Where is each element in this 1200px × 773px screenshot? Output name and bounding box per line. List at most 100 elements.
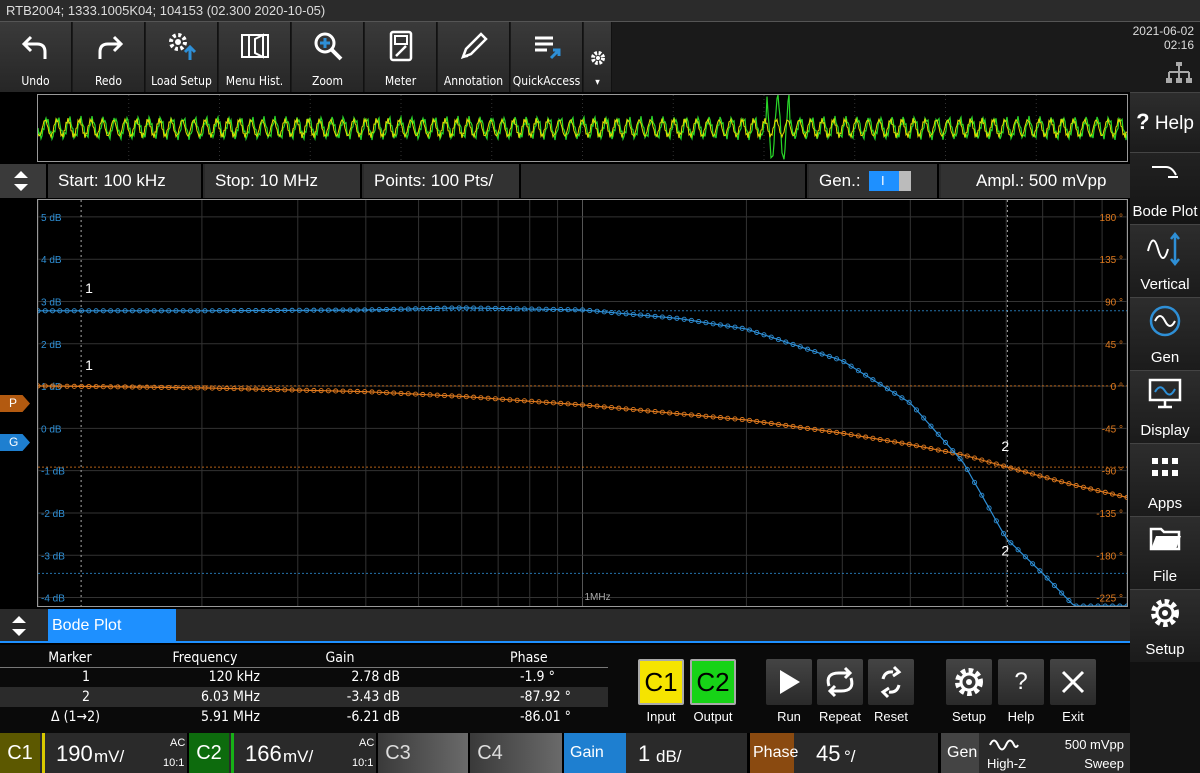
amplitude-field[interactable]: Ampl.: 500 mVpp: [941, 164, 1130, 198]
cell-phase: -86.01 °: [520, 709, 571, 725]
display-button[interactable]: Display: [1130, 370, 1200, 443]
marker-1-gain-label: 1: [85, 280, 93, 296]
stop-frequency-field[interactable]: Stop: 10 MHz: [205, 164, 362, 198]
reset-label: Reset: [874, 709, 908, 724]
meter-icon: [389, 30, 412, 62]
channel-c4-label: C4: [477, 742, 503, 764]
exit-button[interactable]: [1050, 659, 1096, 705]
channel-c1-coupling: AC: [170, 737, 186, 749]
cell-frequency: 120 kHz: [208, 669, 260, 686]
gain-ref-marker[interactable]: G: [0, 434, 30, 451]
channel-c3-label: C3: [385, 742, 411, 764]
info-spacer: [523, 164, 807, 198]
reset-button[interactable]: [868, 659, 914, 705]
points-field[interactable]: Points: 100 Pts/: [364, 164, 521, 198]
phase-tick-label: 45 °: [1105, 340, 1123, 351]
bode-help-button[interactable]: ?: [998, 659, 1044, 705]
window-title: RTB2004; 1333.1005K04; 104153 (02.300 20…: [6, 3, 326, 18]
tab-bode-plot[interactable]: Bode Plot: [48, 609, 176, 643]
bode-plot-area[interactable]: 5 dB 180 ° 4 dB 135 ° 3 dB 90 ° 2 dB 45 ° 1 dB 0 …: [35, 199, 1130, 609]
generator-toggle[interactable]: I: [869, 171, 911, 191]
channel-phase-unit: °/: [844, 747, 856, 766]
channel-phase[interactable]: Phase 45 °/: [750, 733, 938, 773]
sine-wave-icon: [989, 739, 1019, 751]
header-phase: Phase: [410, 649, 608, 668]
channel-gen-sweep: Sweep: [1084, 756, 1124, 771]
folder-icon: [1149, 527, 1181, 551]
generator-toggle-field[interactable]: Gen.: I: [809, 164, 939, 198]
quick-access-button[interactable]: QuickAccess: [511, 22, 583, 92]
gain-tick-label: -2 dB: [41, 509, 65, 520]
annotation-label: Annotation: [443, 74, 504, 88]
toolbar-settings-button[interactable]: ▾: [584, 22, 612, 92]
start-frequency-value: Start: 100 kHz: [58, 171, 166, 190]
exit-label: Exit: [1062, 709, 1084, 724]
channel-c2[interactable]: C2 166 mV/ AC 10:1: [189, 733, 376, 773]
annotation-button[interactable]: Annotation: [438, 22, 510, 92]
output-channel-button[interactable]: C2: [690, 659, 736, 705]
bode-plot-button[interactable]: Bode Plot: [1130, 152, 1200, 224]
start-frequency-field[interactable]: Start: 100 kHz: [48, 164, 203, 198]
meter-button[interactable]: Meter: [365, 22, 437, 92]
help-button[interactable]: ? Help: [1130, 92, 1200, 152]
apps-button[interactable]: Apps: [1130, 443, 1200, 516]
setup-label: Setup: [1145, 641, 1185, 658]
redo-label: Redo: [94, 74, 123, 88]
channel-gain-scale: 1: [638, 741, 651, 766]
clock-date: 2021-06-02: [1132, 24, 1194, 38]
overview-waveform-trace: [37, 94, 1128, 161]
panel-scroll-button[interactable]: [10, 613, 28, 644]
output-channel-label: C2: [696, 667, 730, 697]
channel-gain[interactable]: Gain 1 dB/: [564, 733, 747, 773]
quick-access-label: QuickAccess: [512, 74, 581, 88]
table-row[interactable]: Δ (1→2) 5.91 MHz -6.21 dB -86.01 °: [0, 707, 608, 727]
input-channel-button[interactable]: C1: [638, 659, 684, 705]
file-button[interactable]: File: [1130, 516, 1200, 589]
generator-icon: [1149, 305, 1181, 337]
gain-tick-label: -1 dB: [41, 467, 65, 478]
menu-history-button[interactable]: Menu Hist.: [219, 22, 291, 92]
phase-ref-label: P: [9, 396, 18, 410]
marker-table: Marker Frequency Gain Phase 1 120 kHz 2.…: [0, 649, 608, 727]
channel-phase-label: Phase: [750, 733, 798, 773]
channel-gen-mode: High-Z: [987, 756, 1027, 771]
channel-gen[interactable]: Gen High-Z 500 mVpp Sweep: [941, 733, 1130, 773]
gen-button[interactable]: Gen: [1130, 297, 1200, 370]
phase-tick-label: -135 °: [1096, 509, 1123, 520]
header-gain: Gain: [270, 649, 410, 668]
setup-button[interactable]: Setup: [1130, 589, 1200, 662]
channel-gen-ampl: 500 mVpp: [1064, 737, 1124, 752]
cell-frequency: 5.91 MHz: [201, 709, 260, 725]
load-setup-button[interactable]: Load Setup: [146, 22, 218, 92]
zoom-button[interactable]: Zoom: [292, 22, 364, 92]
repeat-icon: [826, 666, 854, 698]
chevron-down-icon: ▾: [595, 77, 600, 88]
phase-ref-marker[interactable]: P: [0, 395, 30, 412]
gain-ref-label: G: [9, 435, 19, 449]
undo-button[interactable]: Undo: [0, 22, 72, 92]
channel-c1[interactable]: C1 190 mV/ AC 10:1: [0, 733, 187, 773]
menu-history-icon: [240, 33, 269, 59]
table-row[interactable]: 2 6.03 MHz -3.43 dB -87.92 °: [0, 687, 608, 707]
bode-setup-label: Setup: [952, 709, 986, 724]
gain-tick-label: 3 dB: [41, 298, 62, 309]
display-label: Display: [1140, 422, 1190, 439]
redo-button[interactable]: Redo: [73, 22, 145, 92]
amplitude-value: Ampl.: 500 mVpp: [976, 171, 1107, 190]
gain-tick-label: 5 dB: [41, 213, 62, 224]
close-icon: [1061, 670, 1085, 694]
bode-help-label: Help: [1007, 709, 1035, 724]
repeat-button[interactable]: [817, 659, 863, 705]
channel-c4[interactable]: C4: [470, 733, 562, 773]
play-icon: [780, 670, 800, 694]
channel-c2-scale: 166: [245, 741, 282, 766]
table-row[interactable]: 1 120 kHz 2.78 dB -1.9 °: [0, 667, 608, 687]
channel-c3[interactable]: C3: [378, 733, 468, 773]
zoom-label: Zoom: [311, 74, 344, 88]
sweep-info-scroll-button[interactable]: [0, 164, 48, 198]
run-button[interactable]: [766, 659, 812, 705]
bode-plot-svg: 5 dB 180 °4 dB 135 °3 dB 90 °2 dB 45 °1 dB 0 …: [35, 200, 1130, 609]
waveform-overview[interactable]: [37, 94, 1128, 162]
bode-setup-button[interactable]: [946, 659, 992, 705]
vertical-button[interactable]: Vertical: [1130, 224, 1200, 297]
